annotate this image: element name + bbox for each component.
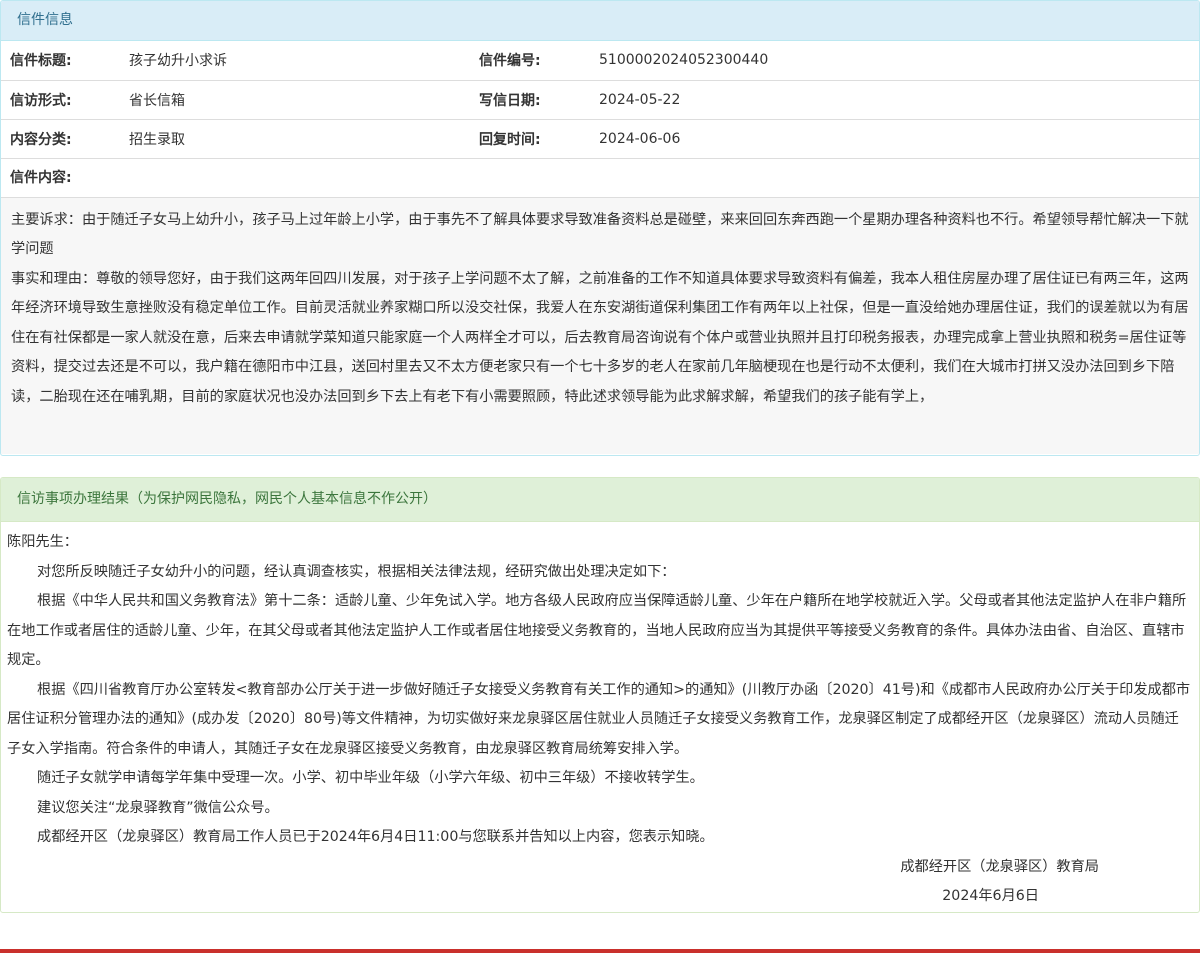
reply-paragraph: 建议您关注“龙泉驿教育”微信公众号。: [37, 799, 279, 816]
signature-org: 成都经开区（龙泉驿区）教育局: [900, 858, 1099, 875]
info-row: 内容分类: 招生录取 回复时间: 2024-06-06: [1, 119, 1199, 159]
reply-time-label: 回复时间:: [471, 119, 599, 159]
letter-title-value: 孩子幼升小求诉: [129, 41, 471, 81]
letter-content-label: 信件内容:: [1, 159, 1199, 198]
letter-number-value: 5100002024052300440: [599, 41, 1199, 81]
reply-paragraph: 对您所反映随迁子女幼升小的问题，经认真调查核实，根据相关法律法规，经研究做出处理…: [37, 563, 676, 580]
content-category-label: 内容分类:: [1, 119, 129, 159]
letter-info-heading: 信件信息: [1, 1, 1199, 41]
reply-paragraph: 随迁子女就学申请每学年集中受理一次。小学、初中毕业年级（小学六年级、初中三年级）…: [37, 770, 704, 786]
content-category-value: 招生录取: [129, 119, 471, 159]
reply-body: 陈阳先生： 对您所反映随迁子女幼升小的问题，经认真调查核实，根据相关法律法规，经…: [1, 522, 1199, 912]
letter-number-label: 信件编号:: [471, 41, 599, 81]
reply-salutation: 陈阳先生：: [7, 534, 78, 550]
letter-title-label: 信件标题:: [1, 41, 129, 81]
content-paragraph: 主要诉求：由于随迁子女马上幼升小，孩子马上过年龄上小学，由于事先不了解具体要求导…: [11, 211, 1189, 258]
info-row: 信访形式: 省长信箱 写信日期: 2024-05-22: [1, 80, 1199, 120]
letter-info-panel: 信件信息 信件标题: 孩子幼升小求诉 信件编号: 510000202405230…: [0, 0, 1200, 456]
signature-date: 2024年6月6日: [942, 888, 1039, 904]
content-paragraph: 事实和理由：尊敬的领导您好，由于我们这两年回四川发展，对于孩子上学问题不太了解，…: [11, 270, 1189, 406]
write-date-label: 写信日期:: [471, 80, 599, 120]
petition-form-label: 信访形式:: [1, 80, 129, 120]
reply-paragraph: 根据《中华人民共和国义务教育法》第十二条：适龄儿童、少年免试入学。地方各级人民政…: [7, 593, 1187, 668]
result-panel: 信访事项办理结果（为保护网民隐私，网民个人基本信息不作公开） 陈阳先生： 对您所…: [0, 477, 1200, 913]
reply-paragraph: 成都经开区（龙泉驿区）教育局工作人员已于2024年6月4日11:00与您联系并告…: [37, 829, 714, 845]
write-date-value: 2024-05-22: [599, 80, 1199, 120]
result-heading: 信访事项办理结果（为保护网民隐私，网民个人基本信息不作公开）: [1, 478, 1199, 522]
info-row: 信件标题: 孩子幼升小求诉 信件编号: 5100002024052300440: [1, 41, 1199, 81]
reply-paragraph: 根据《四川省教育厅办公室转发<教育部办公厅关于进一步做好随迁子女接受义务教育有关…: [7, 681, 1191, 757]
footer-divider: [0, 949, 1200, 953]
petition-form-value: 省长信箱: [129, 80, 471, 120]
reply-time-value: 2024-06-06: [599, 119, 1199, 159]
letter-content-body: 主要诉求：由于随迁子女马上幼升小，孩子马上过年龄上小学，由于事先不了解具体要求导…: [1, 197, 1199, 454]
letter-info-table: 信件标题: 孩子幼升小求诉 信件编号: 5100002024052300440 …: [1, 41, 1199, 159]
